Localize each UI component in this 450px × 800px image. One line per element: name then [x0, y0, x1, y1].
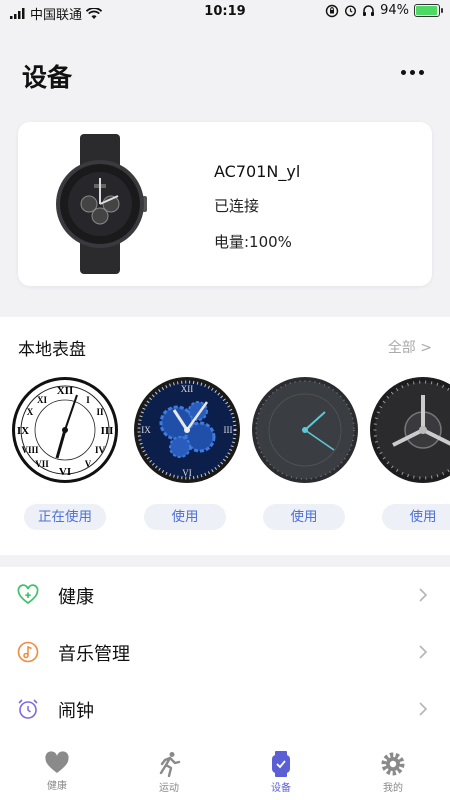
- gear-icon: [381, 752, 405, 776]
- alarm-status-icon: [345, 5, 357, 17]
- connection-status: 已连接: [214, 197, 260, 215]
- device-card[interactable]: AC701N_yl 已连接 电量:100%: [18, 122, 432, 286]
- svg-text:VI: VI: [182, 468, 192, 478]
- list-item-alarm[interactable]: 闹钟: [0, 681, 450, 737]
- more-dot: [410, 70, 415, 75]
- battery-icon: [414, 4, 443, 17]
- tab-label: 健康: [47, 781, 67, 792]
- face-use-button[interactable]: 使用: [382, 504, 450, 530]
- face-in-use-button[interactable]: 正在使用: [24, 504, 106, 530]
- music-note-icon: [17, 641, 39, 663]
- svg-text:XI: XI: [37, 395, 47, 405]
- headphones-icon: [363, 5, 375, 16]
- running-icon: [159, 752, 181, 777]
- more-dot: [419, 70, 424, 75]
- svg-text:XII: XII: [57, 385, 74, 397]
- more-dot: [401, 70, 406, 75]
- chevron-right-icon: [419, 702, 428, 716]
- status-right: 94%: [325, 3, 443, 18]
- tab-sport[interactable]: 运动: [139, 751, 199, 794]
- svg-text:IX: IX: [17, 425, 29, 437]
- watch-face-minimal[interactable]: [250, 375, 360, 485]
- svg-text:II: II: [96, 407, 104, 417]
- svg-text:IX: IX: [141, 425, 151, 435]
- list-item-health[interactable]: 健康: [0, 567, 450, 623]
- device-battery: 电量:100%: [214, 233, 292, 251]
- view-all-link[interactable]: 全部 >: [388, 337, 432, 357]
- watch-icon: [272, 751, 290, 777]
- heart-plus-icon: [17, 584, 39, 605]
- rotation-lock-icon: [325, 4, 339, 17]
- tab-health[interactable]: 健康: [27, 751, 87, 792]
- face-use-button[interactable]: 使用: [263, 504, 345, 530]
- section-title: 本地表盘: [18, 340, 86, 360]
- bottom-tab-bar: 健康 运动 设备 我的: [0, 739, 450, 800]
- svg-text:VII: VII: [35, 459, 49, 469]
- watch-face-roman[interactable]: XII III VI IX I II IV V VII VIII X XI: [10, 375, 120, 485]
- svg-text:IV: IV: [95, 445, 106, 455]
- watch-face-gears[interactable]: XII III VI IX: [132, 375, 242, 485]
- tab-label: 设备: [271, 783, 291, 794]
- tab-device[interactable]: 设备: [251, 751, 311, 794]
- svg-text:V: V: [85, 459, 92, 469]
- svg-text:III: III: [224, 425, 233, 435]
- watch-image: [56, 134, 147, 274]
- svg-text:XII: XII: [181, 384, 194, 394]
- svg-text:I: I: [86, 395, 90, 405]
- alarm-clock-icon: [18, 699, 38, 719]
- battery-fill: [416, 6, 437, 15]
- watch-face-dark[interactable]: [368, 375, 450, 485]
- face-use-button[interactable]: 使用: [144, 504, 226, 530]
- svg-text:VI: VI: [59, 466, 71, 478]
- list-label: 闹钟: [58, 701, 94, 722]
- chevron-right-icon: [419, 645, 428, 659]
- watch-faces-section: 本地表盘 全部 > XII III VI IX I II IV V VII VI…: [0, 317, 450, 555]
- more-options-button[interactable]: [401, 70, 424, 75]
- chevron-right-icon: [419, 588, 428, 602]
- list-label: 健康: [58, 587, 94, 608]
- heart-icon: [45, 751, 69, 773]
- svg-text:III: III: [101, 425, 114, 437]
- tab-label: 我的: [383, 783, 403, 794]
- tab-label: 运动: [159, 783, 179, 794]
- page-title: 设备: [22, 63, 73, 92]
- svg-text:X: X: [27, 407, 34, 417]
- list-item-music[interactable]: 音乐管理: [0, 624, 450, 680]
- status-bar: 中国联通 10:19 94%: [0, 0, 450, 24]
- battery-percent: 94%: [380, 3, 409, 18]
- device-name: AC701N_yl: [214, 162, 301, 181]
- list-label: 音乐管理: [58, 644, 130, 665]
- tab-mine[interactable]: 我的: [363, 751, 423, 794]
- settings-list: 健康 音乐管理 闹钟: [0, 567, 450, 739]
- svg-text:VIII: VIII: [21, 445, 39, 455]
